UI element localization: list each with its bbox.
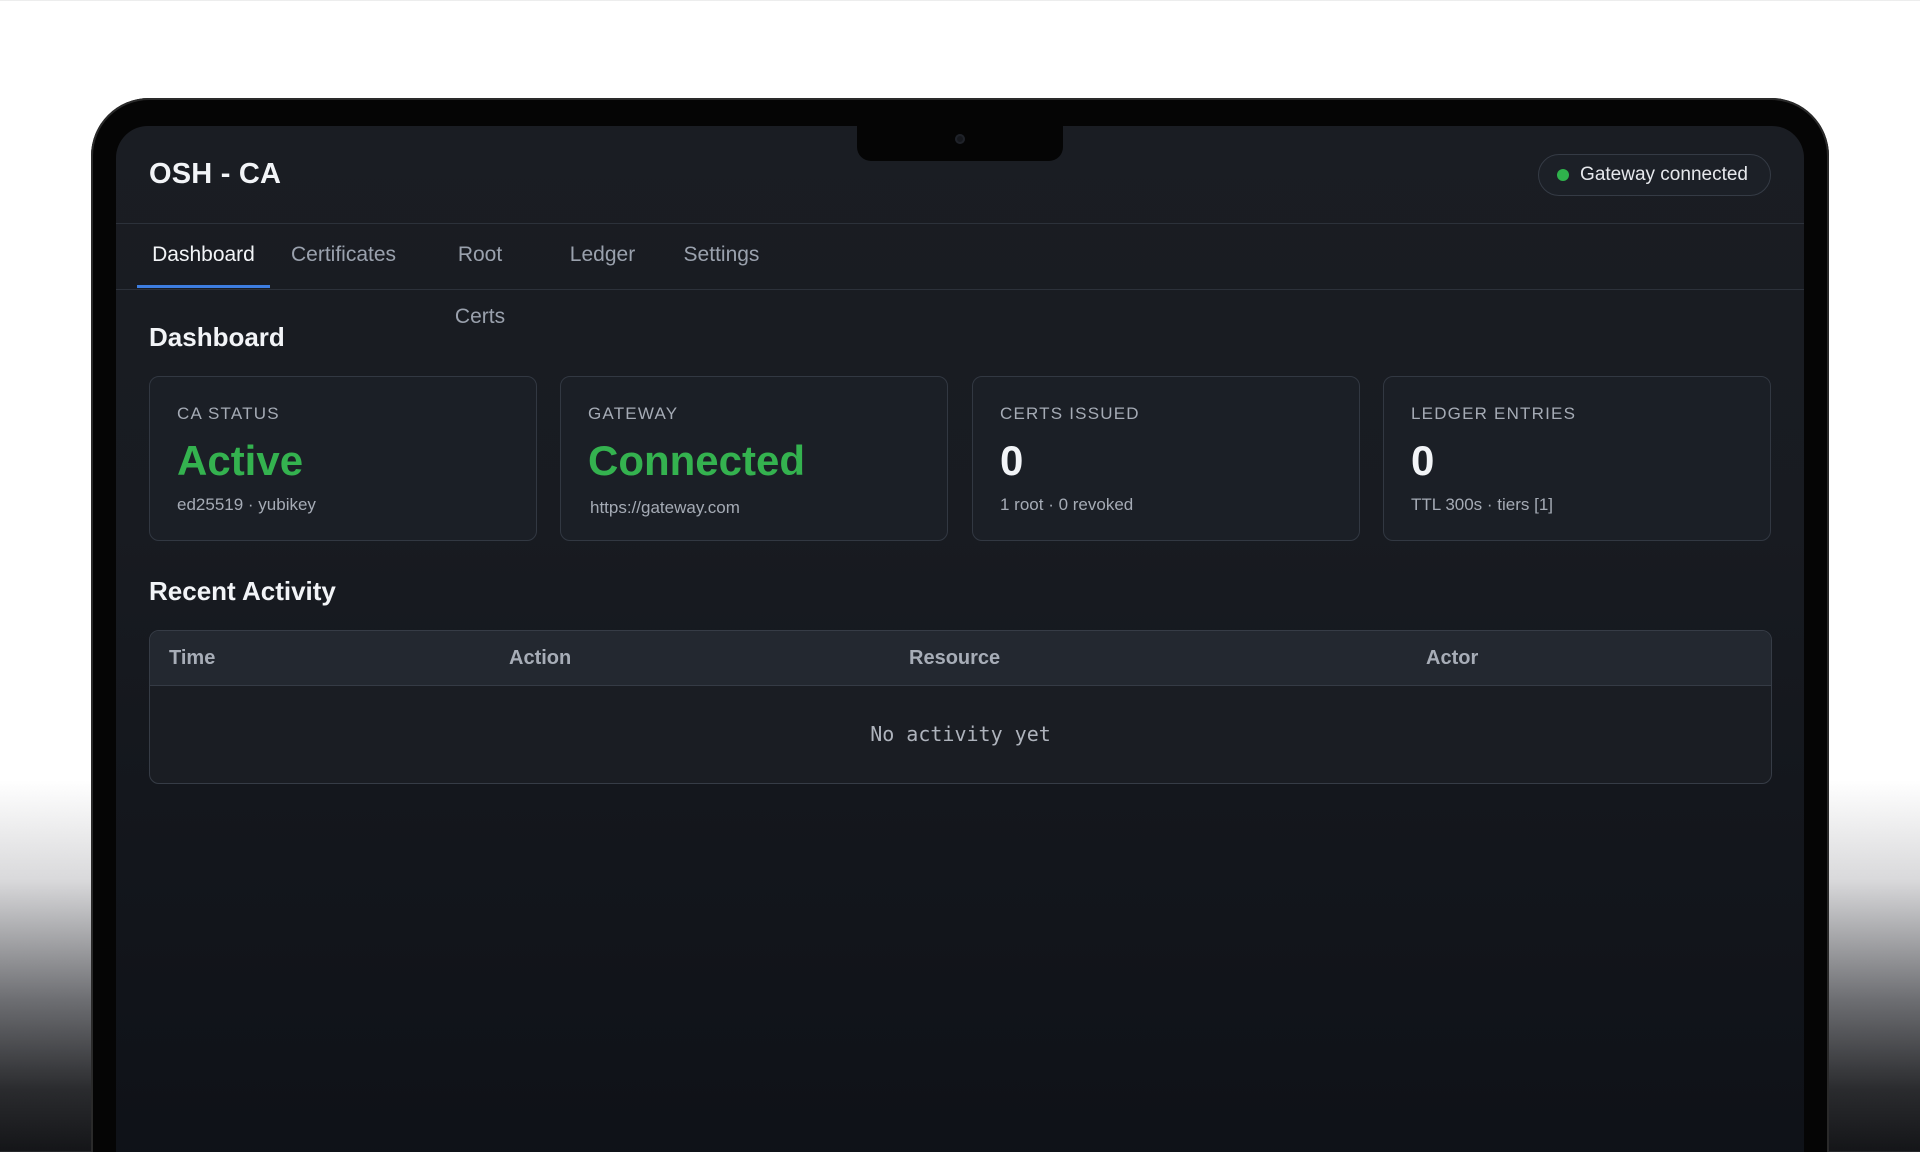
card-label: GATEWAY [588, 404, 679, 423]
gateway-card: GATEWAY Connected https://gateway.com [560, 376, 948, 541]
card-subtext: ed25519 · yubikey [177, 495, 316, 514]
card-label: CA STATUS [177, 404, 280, 423]
ca-status-card: CA STATUS Active ed25519 · yubikey [149, 376, 537, 541]
card-value: Active [177, 437, 304, 484]
gateway-url: https://gateway.com [590, 498, 740, 517]
gateway-status-badge: Gateway connected [1538, 154, 1771, 196]
page-title: Dashboard [149, 322, 285, 352]
card-value: Connected [588, 437, 806, 484]
column-header-resource[interactable]: Resource [909, 631, 1000, 685]
tab-dashboard[interactable]: Dashboard [137, 224, 270, 288]
app-title: OSH - CA [149, 158, 282, 190]
certs-issued-card: CERTS ISSUED 0 1 root · 0 revoked [972, 376, 1360, 541]
camera-notch [857, 126, 1063, 161]
tab-bar: Dashboard Certificates Root Certs Ledger… [116, 224, 1804, 328]
tab-ledger[interactable]: Ledger [565, 224, 640, 288]
status-dot-icon [1557, 169, 1570, 181]
recent-activity-title: Recent Activity [149, 576, 336, 606]
table-header: Time Action Resource Actor [150, 631, 1771, 686]
camera-icon [955, 134, 965, 144]
card-value: 0 [1411, 437, 1435, 484]
column-header-actor[interactable]: Actor [1426, 631, 1478, 685]
laptop-frame: OSH - CA Gateway connected Dashboard Cer… [91, 98, 1829, 1152]
empty-state-message: No activity yet [870, 722, 1051, 746]
app-window: OSH - CA Gateway connected Dashboard Cer… [116, 126, 1804, 1152]
gateway-status-text: Gateway connected [1580, 164, 1748, 185]
card-label: LEDGER ENTRIES [1411, 404, 1577, 423]
card-value: 0 [1000, 437, 1024, 484]
tab-certificates[interactable]: Certificates [291, 224, 396, 288]
card-subtext: TTL 300s · tiers [1] [1411, 495, 1554, 514]
card-label: CERTS ISSUED [1000, 404, 1140, 423]
activity-table: Time Action Resource Actor No activity y… [149, 630, 1772, 784]
card-subtext: 1 root · 0 revoked [1000, 495, 1134, 514]
column-header-action[interactable]: Action [509, 631, 571, 685]
column-header-time[interactable]: Time [169, 631, 215, 685]
tab-root-certs[interactable]: Root Certs [432, 224, 528, 328]
ledger-entries-card: LEDGER ENTRIES 0 TTL 300s · tiers [1] [1383, 376, 1771, 541]
tab-settings[interactable]: Settings [678, 224, 765, 288]
